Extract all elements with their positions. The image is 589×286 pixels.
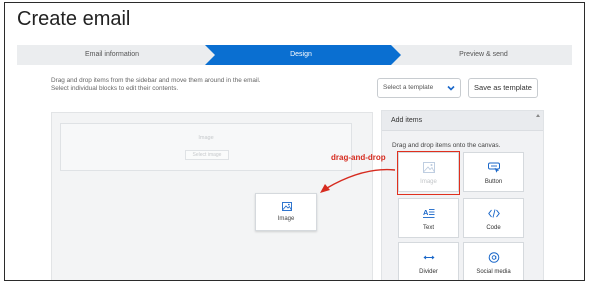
image-icon <box>282 202 292 211</box>
sidebar-header: Add items <box>382 111 543 131</box>
step-email-information[interactable]: Email information <box>17 45 207 65</box>
sidebar-item-label: Code <box>486 225 501 231</box>
sidebar-hint: Drag and drop items onto the canvas. <box>392 142 501 149</box>
instructions-line-2: Select individual blocks to edit their c… <box>51 85 179 92</box>
select-image-button[interactable]: Select image <box>185 150 229 160</box>
sidebar-item-code[interactable]: Code <box>463 198 524 238</box>
sidebar-item-label: Divider <box>419 269 438 275</box>
app-window: Create email Email information Design Pr… <box>4 2 585 281</box>
select-template-value: Select a template <box>383 84 434 91</box>
progress-stepper: Email information Design Preview & send <box>17 45 572 65</box>
drag-arrow-icon <box>320 168 396 193</box>
sidebar-item-label: Social media <box>476 269 511 275</box>
design-instructions: Drag and drop items from the sidebar and… <box>51 77 261 93</box>
step-design[interactable]: Design <box>207 45 395 65</box>
dragged-item-label: Image <box>277 216 295 222</box>
scroll-up-arrow-icon[interactable] <box>536 114 540 117</box>
button-icon <box>488 162 500 173</box>
drag-source-highlight <box>397 151 460 195</box>
divider-icon <box>423 255 435 260</box>
step-preview-send[interactable]: Preview & send <box>395 45 572 65</box>
dragged-image-item[interactable]: Image <box>255 193 317 231</box>
svg-text:A: A <box>423 208 429 217</box>
image-block-label: Image <box>198 135 214 141</box>
sidebar-item-label: Text <box>422 225 434 231</box>
select-template-dropdown[interactable]: Select a template <box>377 78 461 98</box>
sidebar-item-text[interactable]: A Text <box>398 198 459 238</box>
sidebar-item-button[interactable]: Button <box>463 152 524 192</box>
page-title: Create email <box>17 8 131 30</box>
save-as-template-button[interactable]: Save as template <box>468 78 538 98</box>
chevron-down-icon <box>447 85 455 91</box>
sidebar-item-social-media[interactable]: Social media <box>463 242 524 280</box>
sidebar-item-label: Button <box>484 179 503 185</box>
sidebar-item-divider[interactable]: Divider <box>398 242 459 280</box>
add-items-sidebar: Add items Drag and drop items onto the c… <box>381 110 544 280</box>
code-icon <box>488 209 500 218</box>
social-media-icon <box>488 252 500 263</box>
instructions-line-1: Drag and drop items from the sidebar and… <box>51 77 261 84</box>
text-icon: A <box>423 208 435 218</box>
